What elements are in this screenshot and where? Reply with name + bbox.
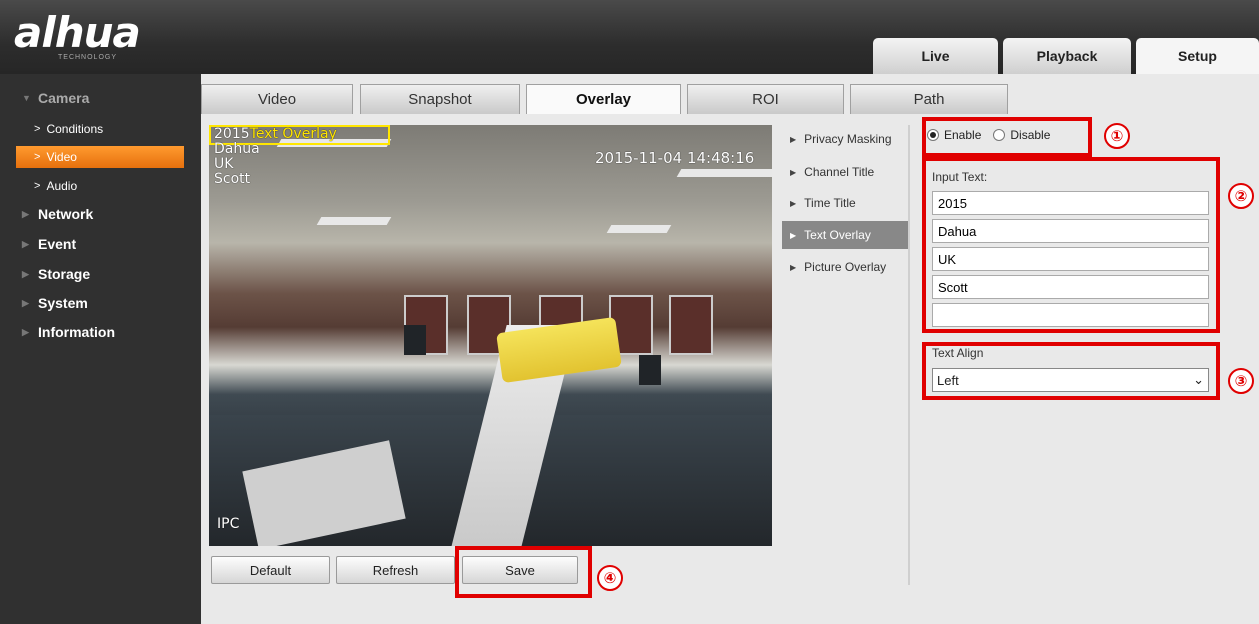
annotation-badge-1: ① [1104, 123, 1130, 149]
submenu-item-label: Privacy Masking [804, 132, 892, 146]
brand-tagline: TECHNOLOGY [58, 54, 118, 61]
triangle-right-icon: ▶ [790, 230, 797, 240]
monitor [639, 355, 661, 385]
osd-timestamp: 2015-11-04 14:48:16 [595, 149, 755, 167]
sidebar-item-storage[interactable]: ▶ Storage [22, 266, 90, 282]
sidebar-item-label: Camera [38, 90, 90, 106]
triangle-right-icon: ▶ [22, 208, 29, 219]
annotation-box-4 [455, 546, 592, 598]
sidebar-item-system[interactable]: ▶ System [22, 295, 88, 311]
sidebar-item-label: Storage [38, 266, 91, 282]
ceiling-light [316, 217, 392, 225]
annotation-badge-2: ② [1228, 183, 1254, 209]
sidebar-item-label: Event [38, 236, 77, 252]
sidebar-item-conditions[interactable]: > Conditions [16, 118, 184, 140]
annotation-box-1 [922, 117, 1092, 157]
sidebar-item-camera[interactable]: ▼ Camera [22, 90, 89, 106]
annotation-badge-3: ③ [1228, 368, 1254, 394]
triangle-right-icon: ▶ [22, 297, 29, 308]
chevron-right-icon: > [34, 123, 41, 135]
submenu-item-picture-overlay[interactable]: ▶ Picture Overlay [782, 253, 908, 281]
tab-path[interactable]: Path [850, 84, 1008, 114]
submenu-item-label: Picture Overlay [804, 260, 887, 274]
ceiling-light [676, 169, 772, 177]
window [669, 295, 713, 355]
sidebar-item-label: Conditions [46, 122, 104, 136]
osd-channel-title: IPC [217, 516, 240, 532]
refresh-button[interactable]: Refresh [336, 556, 455, 584]
tab-roi[interactable]: ROI [687, 84, 844, 114]
brand-logo: alhua [14, 8, 141, 57]
sidebar-item-label: System [38, 295, 88, 311]
sidebar-item-network[interactable]: ▶ Network [22, 206, 93, 222]
submenu-item-time-title[interactable]: ▶ Time Title [782, 189, 908, 217]
video-preview[interactable]: 2015Text Overlay Dahua UK Scott 2015-11-… [209, 125, 772, 546]
panel-divider [908, 125, 910, 585]
osd-text-overlay: 2015Text Overlay Dahua UK Scott [214, 127, 337, 187]
triangle-right-icon: ▶ [22, 268, 29, 279]
submenu-item-label: Channel Title [804, 165, 875, 179]
submenu-item-text-overlay[interactable]: ▶ Text Overlay [782, 221, 908, 249]
osd-line-1: 2015 [214, 126, 250, 142]
tab-live[interactable]: Live [873, 38, 998, 74]
annotation-box-3 [922, 342, 1220, 400]
annotation-badge-4: ④ [597, 565, 623, 591]
submenu-item-privacy-masking[interactable]: ▶ Privacy Masking [782, 125, 908, 153]
sidebar-item-label: Video [46, 150, 77, 164]
ceiling-light [606, 225, 672, 233]
triangle-right-icon: ▶ [22, 238, 29, 249]
sidebar-item-label: Audio [46, 179, 78, 193]
sidebar-item-information[interactable]: ▶ Information [22, 324, 115, 340]
top-header: alhua TECHNOLOGY Live Playback Setup [0, 0, 1259, 74]
monitor [404, 325, 426, 355]
default-button[interactable]: Default [211, 556, 330, 584]
triangle-right-icon: ▶ [790, 262, 797, 272]
annotation-box-2 [922, 157, 1220, 333]
osd-line-3: UK [214, 156, 234, 172]
sidebar-item-label: Network [38, 206, 94, 222]
triangle-right-icon: ▶ [790, 198, 797, 208]
chevron-right-icon: > [34, 180, 41, 192]
sidebar-item-video[interactable]: > Video [16, 146, 184, 168]
osd-line-4: Scott [214, 171, 251, 187]
tab-setup[interactable]: Setup [1136, 38, 1259, 74]
tab-snapshot[interactable]: Snapshot [360, 84, 520, 114]
triangle-right-icon: ▶ [22, 326, 29, 337]
osd-line-2: Dahua [214, 141, 260, 157]
triangle-down-icon: ▼ [22, 93, 31, 103]
chevron-right-icon: > [34, 151, 41, 163]
triangle-right-icon: ▶ [790, 134, 797, 144]
sidebar: ▼ Camera > Conditions > Video > Audio ▶ … [0, 74, 201, 624]
sidebar-item-label: Information [38, 324, 115, 340]
submenu-item-label: Time Title [804, 196, 856, 210]
osd-box-label: Text Overlay [249, 126, 337, 142]
tab-playback[interactable]: Playback [1003, 38, 1131, 74]
submenu-item-channel-title[interactable]: ▶ Channel Title [782, 158, 908, 186]
submenu-item-label: Text Overlay [804, 228, 871, 242]
tab-overlay[interactable]: Overlay [526, 84, 681, 114]
sidebar-item-event[interactable]: ▶ Event [22, 236, 76, 252]
sidebar-item-audio[interactable]: > Audio [16, 175, 184, 197]
triangle-right-icon: ▶ [790, 167, 797, 177]
tab-video[interactable]: Video [201, 84, 353, 114]
